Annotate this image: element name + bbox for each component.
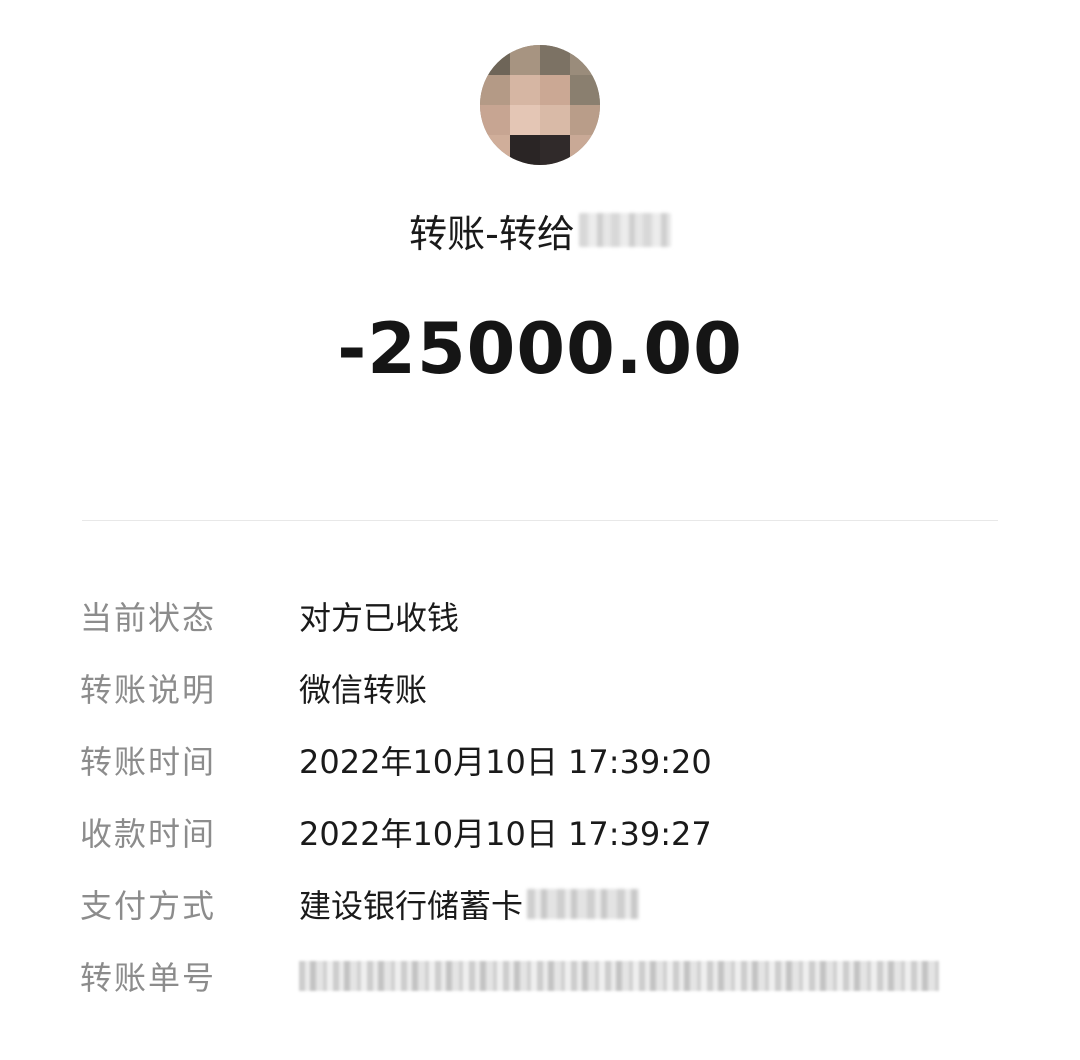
- detail-row-note: 转账说明 微信转账: [80, 652, 1000, 724]
- detail-row-status: 当前状态 对方已收钱: [80, 580, 1000, 652]
- detail-label: 收款时间: [80, 815, 217, 853]
- avatar-image: [480, 45, 600, 165]
- avatar[interactable]: [480, 45, 600, 165]
- detail-row-receive-time: 收款时间 2022年10月10日 17:39:27: [80, 796, 1000, 868]
- card-number-redacted: [527, 889, 640, 919]
- detail-value-serial[interactable]: [299, 961, 939, 991]
- transfer-amount: -25000.00: [337, 308, 743, 390]
- detail-label: 转账时间: [80, 743, 217, 781]
- transfer-title-text: 转账-转给: [409, 211, 575, 256]
- detail-label: 转账说明: [80, 671, 217, 709]
- payment-method-text: 建设银行储蓄卡: [299, 887, 524, 925]
- recipient-name-redacted: [578, 213, 671, 247]
- detail-row-payment-method: 支付方式 建设银行储蓄卡: [80, 868, 1000, 940]
- detail-label: 支付方式: [80, 887, 217, 925]
- detail-label: 转账单号: [80, 959, 217, 997]
- detail-value-payment: 建设银行储蓄卡: [299, 881, 640, 927]
- detail-value: 微信转账: [299, 671, 428, 709]
- detail-value: 对方已收钱: [299, 599, 460, 637]
- serial-number-redacted: [299, 961, 939, 991]
- detail-label: 当前状态: [80, 599, 217, 637]
- detail-value: 2022年10月10日 17:39:20: [299, 743, 712, 781]
- transfer-details: 当前状态 对方已收钱 转账说明 微信转账 转账时间 2022年10月10日 17…: [80, 580, 1000, 1012]
- detail-row-serial: 转账单号: [80, 940, 1000, 1012]
- detail-row-transfer-time: 转账时间 2022年10月10日 17:39:20: [80, 724, 1000, 796]
- transfer-title: 转账-转给: [0, 200, 1080, 260]
- divider: [82, 520, 998, 521]
- detail-value: 2022年10月10日 17:39:27: [299, 815, 712, 853]
